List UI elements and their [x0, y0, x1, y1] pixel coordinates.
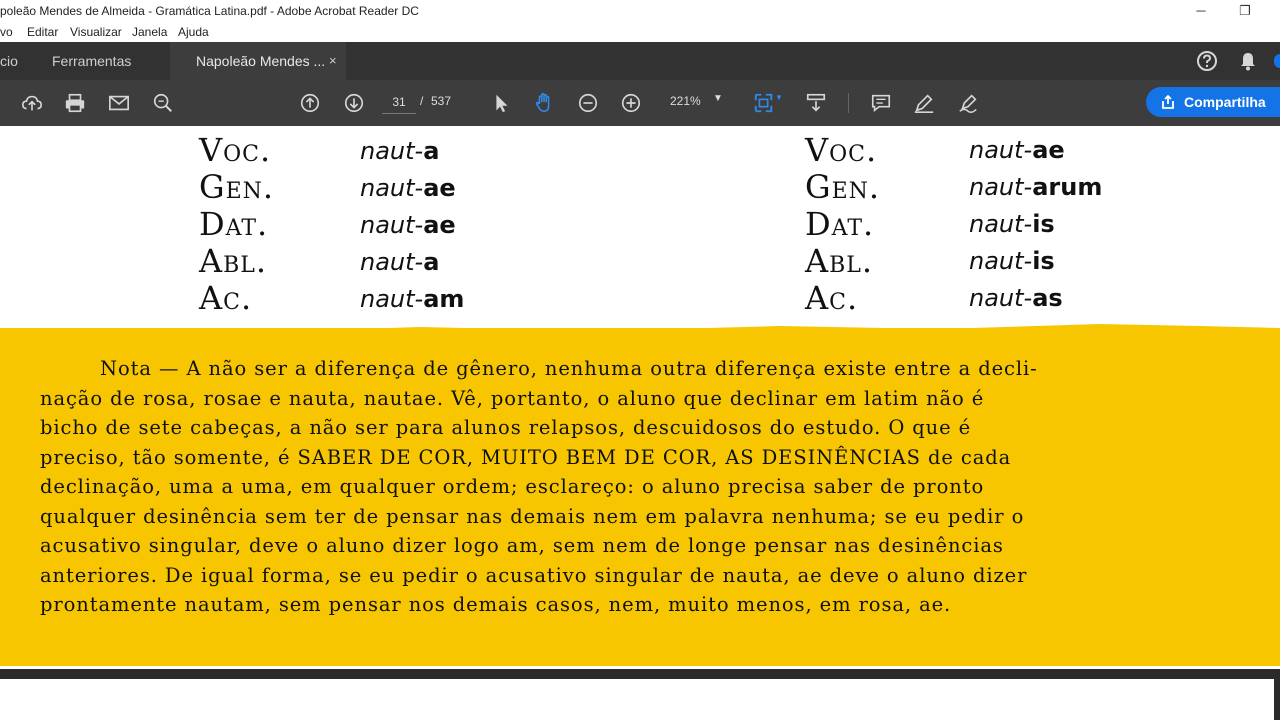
- page-up-icon[interactable]: [297, 90, 323, 116]
- scroll-mode-icon[interactable]: [803, 90, 829, 116]
- menu-help[interactable]: Ajuda: [178, 25, 209, 39]
- note-line: prontamente nautam, sem pensar nos demai…: [40, 593, 952, 616]
- case-form: naut-a: [360, 248, 440, 276]
- fit-dropdown-icon[interactable]: ▼: [775, 93, 783, 102]
- bell-icon[interactable]: [1238, 51, 1258, 71]
- case-label: Dat.: [805, 205, 875, 243]
- note-line: Nota — A não ser a diferença de gênero, …: [100, 357, 1038, 380]
- window-title: poleão Mendes de Almeida - Gramática Lat…: [0, 4, 419, 18]
- case-label: Voc.: [805, 131, 878, 169]
- zoom-level[interactable]: 221%: [670, 94, 701, 108]
- share-label: Compartilha: [1184, 94, 1266, 110]
- case-form: naut-ae: [969, 136, 1065, 164]
- note-line: qualquer desinência sem ter de pensar na…: [40, 504, 1025, 528]
- sign-icon[interactable]: [955, 90, 981, 116]
- case-form: naut-as: [969, 284, 1063, 312]
- note-paragraph: Nota — A não ser a diferença de gênero, …: [40, 354, 1260, 620]
- case-form: naut-is: [969, 210, 1055, 238]
- note-line: preciso, tão somente, é SABER DE COR, MU…: [40, 445, 1012, 469]
- cloud-upload-icon[interactable]: [19, 90, 45, 116]
- zoom-in-icon[interactable]: [618, 90, 644, 116]
- tab-document-label: Napoleão Mendes ...: [196, 53, 326, 69]
- menu-bar: vo Editar Visualizar Janela Ajuda: [0, 24, 1280, 42]
- print-icon[interactable]: [62, 90, 88, 116]
- zoom-dropdown-icon[interactable]: ▼: [713, 93, 723, 104]
- tab-document[interactable]: Napoleão Mendes ...: [170, 42, 346, 80]
- document-view[interactable]: Voc. naut-a Gen. naut-ae Dat. naut-ae Ab…: [0, 126, 1280, 669]
- case-label: Abl.: [805, 242, 874, 280]
- case-form: naut-am: [360, 285, 465, 313]
- highlight-pen-icon[interactable]: [911, 90, 937, 116]
- note-line: acusativo singular, deve o aluno dizer l…: [40, 534, 1004, 557]
- tab-close-icon[interactable]: ×: [329, 53, 337, 68]
- case-label: Ac.: [199, 279, 253, 317]
- case-form: naut-ae: [360, 211, 456, 239]
- case-label: Dat.: [199, 205, 269, 243]
- menu-window[interactable]: Janela: [132, 25, 167, 39]
- menu-view[interactable]: Visualizar: [70, 25, 122, 39]
- case-label: Gen.: [805, 168, 881, 206]
- note-line: bicho de sete cabeças, a não ser para al…: [40, 416, 972, 439]
- restore-button[interactable]: ❐: [1230, 2, 1260, 22]
- minimize-button[interactable]: ─: [1186, 2, 1216, 22]
- case-form: naut-is: [969, 247, 1055, 275]
- menu-edit[interactable]: Editar: [27, 25, 58, 39]
- email-icon[interactable]: [106, 90, 132, 116]
- total-pages: 537: [431, 94, 452, 108]
- comment-icon[interactable]: [868, 90, 894, 116]
- scrollbar[interactable]: [1274, 679, 1280, 720]
- case-form: naut-arum: [969, 173, 1103, 201]
- highlight-bottom-edge: [0, 646, 1280, 666]
- title-bar: poleão Mendes de Almeida - Gramática Lat…: [0, 0, 1280, 24]
- case-form: naut-a: [360, 137, 440, 165]
- tab-bar: cio Ferramentas Napoleão Mendes ... ×: [0, 42, 1280, 80]
- help-icon[interactable]: [1196, 50, 1218, 72]
- zoom-out-icon[interactable]: [575, 90, 601, 116]
- next-page[interactable]: [0, 679, 1280, 720]
- toolbar-divider: [848, 93, 849, 113]
- case-form: naut-ae: [360, 174, 456, 202]
- share-button[interactable]: Compartilha: [1146, 87, 1280, 117]
- select-cursor-icon[interactable]: [488, 90, 514, 116]
- profile-avatar[interactable]: [1274, 54, 1280, 68]
- page-number-input[interactable]: 31: [382, 92, 416, 114]
- case-label: Voc.: [199, 131, 272, 169]
- toolbar: 31 / 537 221% ▼ ▼: [0, 80, 1280, 126]
- case-label: Gen.: [199, 168, 275, 206]
- menu-file[interactable]: vo: [0, 25, 13, 39]
- note-line: nação de rosa, rosae e nauta, nautae. Vê…: [40, 386, 985, 410]
- note-line: declinação, uma a uma, em qualquer ordem…: [40, 475, 985, 498]
- page-gap: [0, 669, 1280, 679]
- hand-tool-icon[interactable]: [531, 90, 557, 116]
- fit-page-icon[interactable]: [751, 90, 777, 116]
- share-icon: [1162, 94, 1174, 109]
- page-down-icon[interactable]: [341, 90, 367, 116]
- case-label: Ac.: [805, 279, 859, 317]
- note-line: anteriores. De igual forma, se eu pedir …: [40, 563, 1028, 587]
- search-icon[interactable]: [150, 90, 176, 116]
- page-separator: /: [420, 94, 424, 108]
- case-label: Abl.: [199, 242, 268, 280]
- tab-tools[interactable]: Ferramentas: [52, 42, 162, 80]
- tab-home[interactable]: cio: [0, 42, 40, 80]
